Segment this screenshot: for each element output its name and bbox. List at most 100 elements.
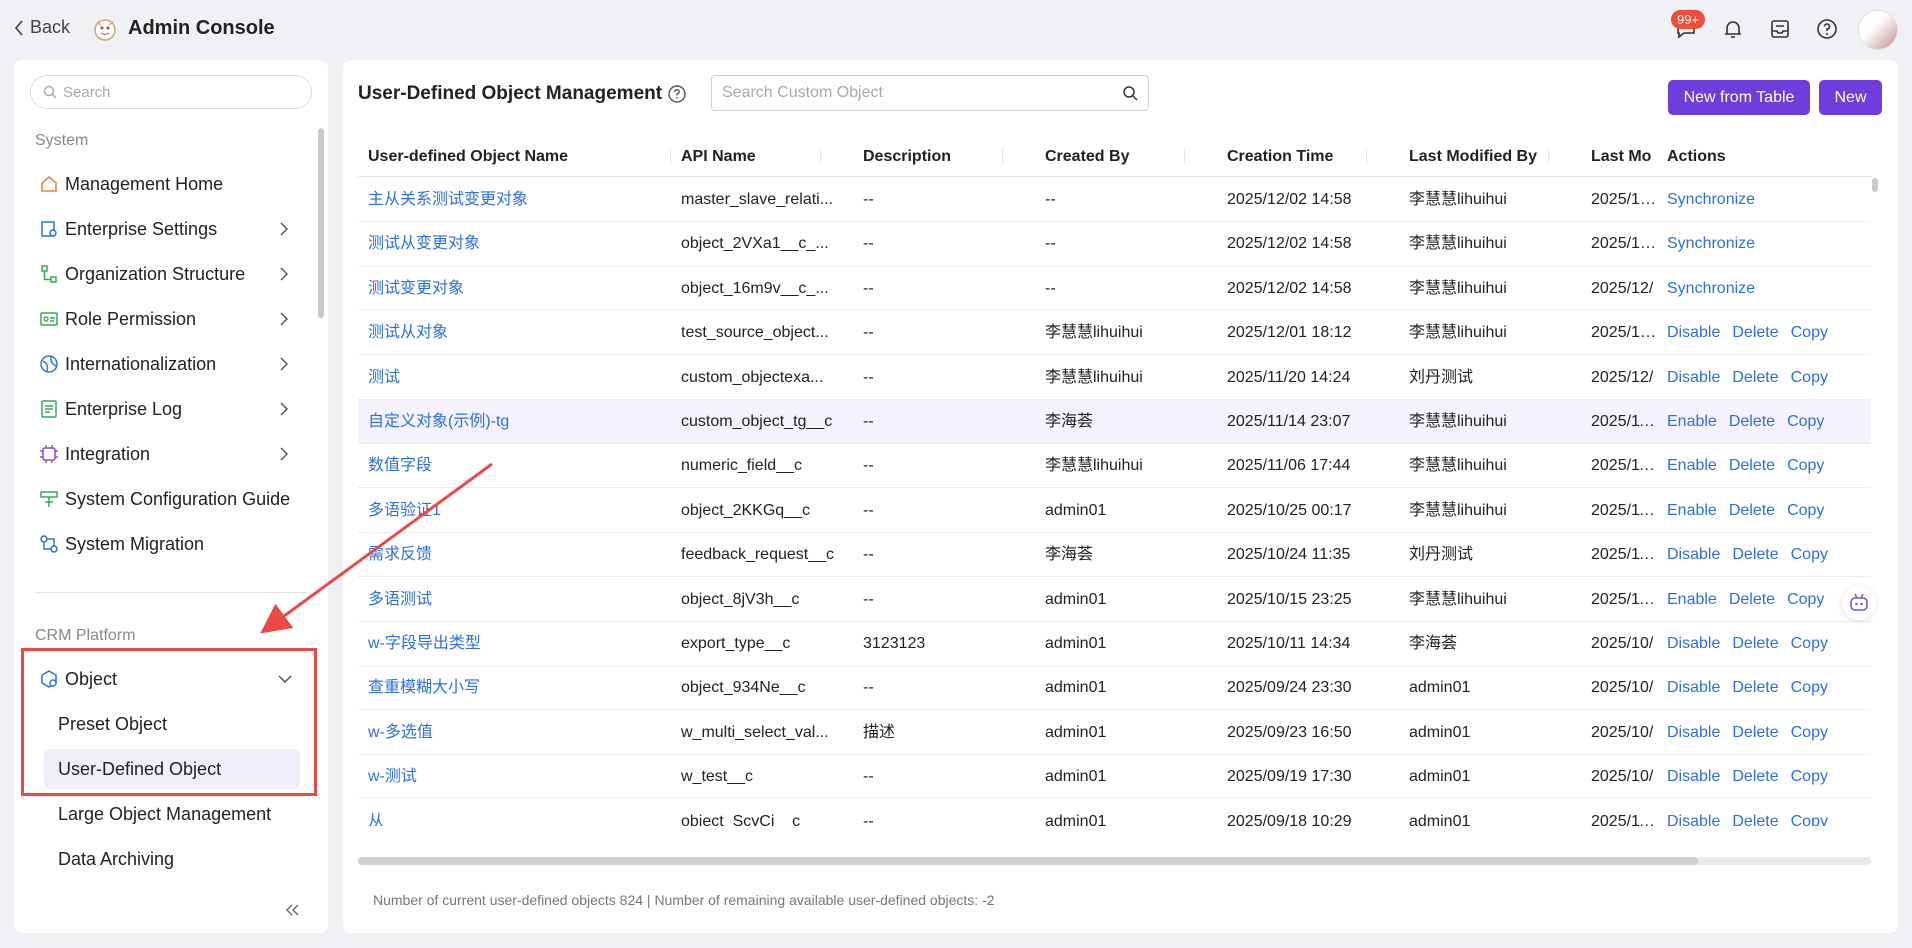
cell-object-name[interactable]: 主从关系测试变更对象 xyxy=(358,178,671,222)
table-row[interactable]: 需求反馈 feedback_request__c -- 李海荟 2025/10/24 1… xyxy=(358,533,1871,578)
action-disable-link[interactable]: Disable xyxy=(1667,635,1720,652)
action-disable-link[interactable]: Disable xyxy=(1667,324,1720,341)
cell-object-name[interactable]: 需求反馈 xyxy=(358,533,671,577)
back-button[interactable]: Back xyxy=(14,17,70,38)
sidebar-item-organization-structure[interactable]: Organization Structure xyxy=(30,254,312,294)
sidebar-item-management-home[interactable]: Management Home xyxy=(30,164,312,204)
table-row[interactable]: 测试从变更对象 object_2VXa1__c_... -- -- 2025/12/02… xyxy=(358,222,1871,267)
action-delete-link[interactable]: Delete xyxy=(1732,679,1778,696)
action-copy-link[interactable]: Copy xyxy=(1791,635,1828,652)
question-icon[interactable] xyxy=(667,84,687,104)
table-row[interactable]: 从 object_ScyCj__c -- admin01 2025/09/18 10:2… xyxy=(358,800,1871,826)
action-enable-link[interactable]: Enable xyxy=(1667,413,1717,430)
sidebar-item-system-configuration-guide[interactable]: System Configuration Guide xyxy=(30,479,312,519)
cell-object-name[interactable]: w-测试 xyxy=(358,755,671,799)
table-vertical-scrollbar[interactable] xyxy=(1872,178,1878,192)
action-copy-link[interactable]: Copy xyxy=(1791,546,1828,563)
sidebar-scrollbar[interactable] xyxy=(318,128,324,318)
action-disable-link[interactable]: Disable xyxy=(1667,768,1720,785)
action-delete-link[interactable]: Delete xyxy=(1732,546,1778,563)
cell-object-name[interactable]: 查重模糊大小写 xyxy=(358,666,671,710)
cell-object-name[interactable]: 从 xyxy=(358,800,671,826)
table-row[interactable]: 多语验证1 object_2KKGq__c -- admin01 2025/10/25 … xyxy=(358,489,1871,533)
table-row[interactable]: w-多选值 w_multi_select_val... 描述 admin01 2025/… xyxy=(358,711,1871,755)
table-row[interactable]: 自定义对象(示例)-tg custom_object_tg__c -- 李海荟 2025… xyxy=(358,400,1871,444)
scrollbar-thumb[interactable] xyxy=(358,857,1698,865)
action-synchronize-link[interactable]: Synchronize xyxy=(1667,191,1755,208)
cell-object-name[interactable]: w-字段导出类型 xyxy=(358,622,671,666)
action-disable-link[interactable]: Disable xyxy=(1667,813,1720,826)
column-separator[interactable] xyxy=(1366,149,1367,164)
action-copy-link[interactable]: Copy xyxy=(1787,591,1824,608)
action-enable-link[interactable]: Enable xyxy=(1667,457,1717,474)
new-button[interactable]: New xyxy=(1819,80,1882,115)
new-from-table-button[interactable]: New from Table xyxy=(1668,80,1810,115)
column-separator[interactable] xyxy=(820,149,821,164)
bell-icon[interactable] xyxy=(1721,17,1745,41)
action-delete-link[interactable]: Delete xyxy=(1732,369,1778,386)
assistant-bot-icon[interactable] xyxy=(1842,586,1876,620)
avatar[interactable] xyxy=(1858,10,1898,50)
cell-object-name[interactable]: 多语验证1 xyxy=(358,489,671,533)
table-row[interactable]: 测试从对象 test_source_object... -- 李慧慧lihuihui 2… xyxy=(358,311,1871,356)
cell-object-name[interactable]: 测试 xyxy=(358,356,671,400)
action-delete-link[interactable]: Delete xyxy=(1732,813,1778,826)
action-delete-link[interactable]: Delete xyxy=(1732,635,1778,652)
search-custom-object-input[interactable]: Search Custom Object xyxy=(711,75,1149,111)
action-disable-link[interactable]: Disable xyxy=(1667,546,1720,563)
action-enable-link[interactable]: Enable xyxy=(1667,591,1717,608)
action-synchronize-link[interactable]: Synchronize xyxy=(1667,235,1755,252)
action-copy-link[interactable]: Copy xyxy=(1787,502,1824,519)
table-row[interactable]: 测试变更对象 object_16m9v__c_... -- -- 2025/12/02 … xyxy=(358,267,1871,311)
action-disable-link[interactable]: Disable xyxy=(1667,679,1720,696)
action-delete-link[interactable]: Delete xyxy=(1732,768,1778,785)
action-delete-link[interactable]: Delete xyxy=(1729,457,1775,474)
sidebar-item-role-permission[interactable]: Role Permission xyxy=(30,299,312,339)
sidebar-item-internationalization[interactable]: Internationalization xyxy=(30,344,312,384)
sidebar-search-input[interactable]: Search xyxy=(30,75,312,109)
sidebar-item-large-object-management[interactable]: Large Object Management xyxy=(44,794,300,834)
sidebar-item-data-archiving[interactable]: Data Archiving xyxy=(44,839,300,879)
action-copy-link[interactable]: Copy xyxy=(1791,369,1828,386)
table-row[interactable]: w-字段导出类型 export_type__c 3123123 admin01 2025… xyxy=(358,622,1871,666)
action-delete-link[interactable]: Delete xyxy=(1729,502,1775,519)
collapse-sidebar-icon[interactable] xyxy=(286,904,300,916)
action-enable-link[interactable]: Enable xyxy=(1667,502,1717,519)
column-separator[interactable] xyxy=(1184,149,1185,164)
action-delete-link[interactable]: Delete xyxy=(1729,413,1775,430)
table-row[interactable]: 查重模糊大小写 object_934Ne__c -- admin01 2025/09/2… xyxy=(358,666,1871,711)
action-copy-link[interactable]: Copy xyxy=(1791,813,1828,826)
action-copy-link[interactable]: Copy xyxy=(1791,768,1828,785)
column-separator[interactable] xyxy=(1548,149,1549,164)
cell-object-name[interactable]: 自定义对象(示例)-tg xyxy=(358,400,671,444)
help-icon[interactable] xyxy=(1815,17,1839,41)
column-separator[interactable] xyxy=(1002,149,1003,164)
action-synchronize-link[interactable]: Synchronize xyxy=(1667,280,1755,297)
table-row[interactable]: 主从关系测试变更对象 master_slave_relati... -- -- 2025… xyxy=(358,178,1871,222)
action-delete-link[interactable]: Delete xyxy=(1729,591,1775,608)
action-copy-link[interactable]: Copy xyxy=(1787,413,1824,430)
cell-object-name[interactable]: 多语测试 xyxy=(358,578,671,622)
cell-object-name[interactable]: 测试从变更对象 xyxy=(358,222,671,266)
cell-object-name[interactable]: 数值字段 xyxy=(358,444,671,488)
sidebar-item-integration[interactable]: Integration xyxy=(30,434,312,474)
table-row[interactable]: w-测试 w_test__c -- admin01 2025/09/19 17:30 ad… xyxy=(358,755,1871,800)
search-icon[interactable] xyxy=(1122,85,1138,101)
table-row[interactable]: 多语测试 object_8jV3h__c -- admin01 2025/10/15 2… xyxy=(358,578,1871,622)
action-copy-link[interactable]: Copy xyxy=(1791,679,1828,696)
action-copy-link[interactable]: Copy xyxy=(1791,724,1828,741)
inbox-icon[interactable] xyxy=(1768,17,1792,41)
sidebar-item-enterprise-log[interactable]: Enterprise Log xyxy=(30,389,312,429)
action-copy-link[interactable]: Copy xyxy=(1787,457,1824,474)
sidebar-item-system-migration[interactable]: System Migration xyxy=(30,524,312,564)
cell-object-name[interactable]: w-多选值 xyxy=(358,711,671,755)
action-delete-link[interactable]: Delete xyxy=(1732,324,1778,341)
action-copy-link[interactable]: Copy xyxy=(1791,324,1828,341)
table-row[interactable]: 测试 custom_objectexa... -- 李慧慧lihuihui 2025/1… xyxy=(358,356,1871,400)
sidebar-item-enterprise-settings[interactable]: Enterprise Settings xyxy=(30,209,312,249)
action-disable-link[interactable]: Disable xyxy=(1667,369,1720,386)
action-delete-link[interactable]: Delete xyxy=(1732,724,1778,741)
cell-object-name[interactable]: 测试从对象 xyxy=(358,311,671,355)
table-horizontal-scrollbar[interactable] xyxy=(358,857,1871,865)
table-row[interactable]: 数值字段 numeric_field__c -- 李慧慧lihuihui 2025/11… xyxy=(358,444,1871,489)
